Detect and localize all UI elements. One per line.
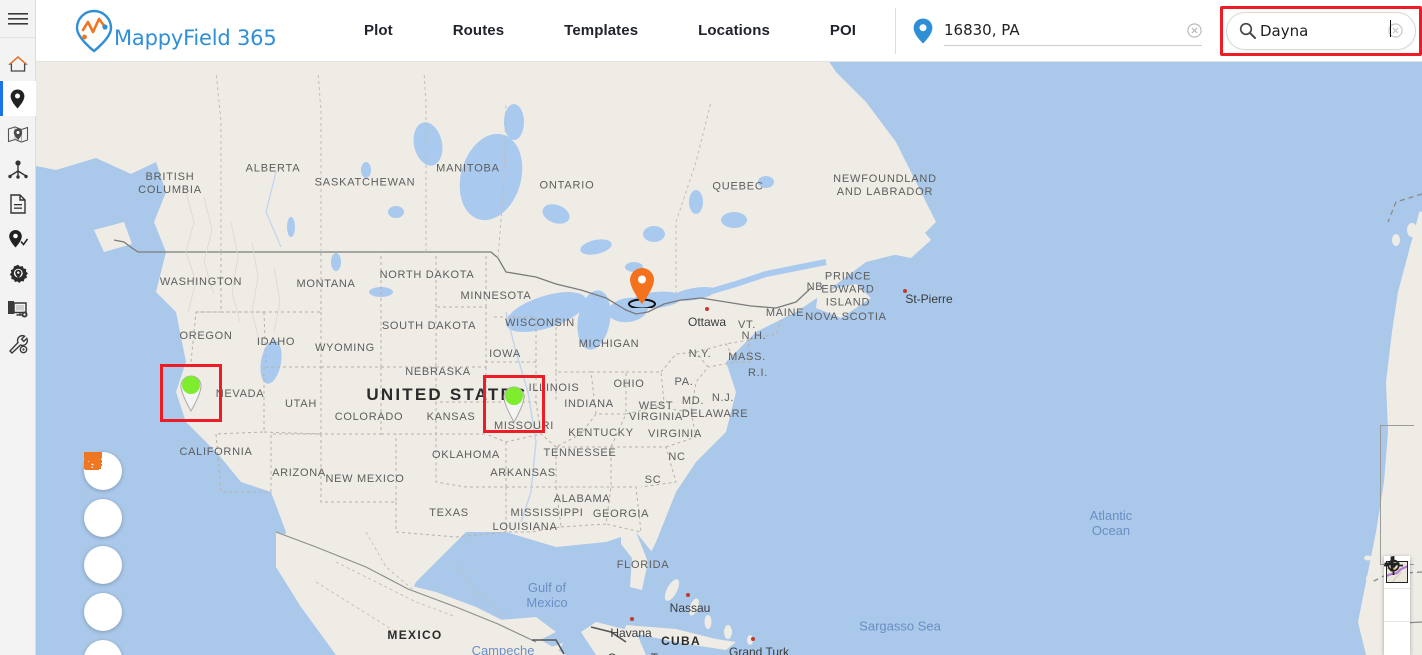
nav-item-plot[interactable]: Plot <box>334 22 423 39</box>
rail-item-plot[interactable] <box>0 81 36 116</box>
wrench-gear-icon <box>7 334 29 354</box>
result-marker-arkansas[interactable] <box>499 382 529 424</box>
fab-report[interactable] <box>84 453 122 584</box>
svg-text:1: 1 <box>84 454 88 460</box>
location-pin-icon <box>912 17 934 45</box>
route-map-icon <box>7 124 29 144</box>
nav-item-locations[interactable]: Locations <box>668 22 800 39</box>
map-controls <box>1384 556 1410 655</box>
map-pin-icon <box>10 89 25 109</box>
current-location-marker[interactable] <box>627 266 657 308</box>
rail-item-home[interactable] <box>0 46 36 81</box>
fab-grid-view[interactable] <box>84 452 122 631</box>
monitor-icon <box>7 299 28 319</box>
location-search-group: 16830, PA <box>895 7 1202 54</box>
nav-item-templates[interactable]: Templates <box>534 22 668 39</box>
hamburger-icon <box>7 12 28 26</box>
map-city-dot <box>903 289 907 293</box>
rail-item-routes[interactable] <box>0 116 36 151</box>
rail-item-config[interactable] <box>0 326 36 361</box>
brand-name: MappyField 365 <box>114 25 277 50</box>
rail-item-dashboard[interactable] <box>0 291 36 326</box>
search-icon <box>1239 22 1256 39</box>
fab-numbered-list[interactable]: 1 2 <box>84 453 122 655</box>
clear-location-icon[interactable] <box>1187 22 1202 38</box>
rail-item-territory[interactable] <box>0 151 36 186</box>
streetview-panel-outline <box>1380 425 1414 565</box>
map-geometry <box>36 62 1422 655</box>
home-icon <box>7 55 28 73</box>
top-bar: MappyField 365 Plot Routes Templates Loc… <box>36 0 1422 62</box>
rail-item-hamburger-menu[interactable] <box>0 0 36 38</box>
global-search-value: Dayna <box>1260 19 1391 40</box>
control-locate-me[interactable] <box>1384 556 1410 622</box>
map-city-dot <box>751 637 755 641</box>
nav-item-poi[interactable]: POI <box>800 22 886 39</box>
map-canvas[interactable]: WASHINGTON MONTANA NORTH DAKOTA MINNESOTA SO… <box>36 62 1422 655</box>
brand-logo[interactable]: MappyField 365 <box>72 8 292 54</box>
gear-pin-icon <box>8 264 28 284</box>
fab-save[interactable] <box>84 453 122 537</box>
svg-text:2: 2 <box>84 461 88 466</box>
rail-item-locations[interactable] <box>0 221 36 256</box>
app-root: MappyField 365 Plot Routes Templates Loc… <box>0 0 1422 655</box>
location-input-value: 16830, PA <box>944 21 1020 39</box>
location-input[interactable]: 16830, PA <box>944 16 1202 46</box>
result-marker-california[interactable] <box>176 371 206 413</box>
left-rail <box>0 0 36 655</box>
map-action-buttons: 1 2 <box>84 452 122 655</box>
control-zoom-in[interactable] <box>1384 556 1410 655</box>
mappyfield-pin-logo-icon <box>72 8 116 54</box>
main-nav: Plot Routes Templates Locations POI <box>334 22 886 39</box>
top-bar-right: 16830, PA Dayna <box>895 0 1422 61</box>
map-city-dot <box>630 617 634 621</box>
map-city-dot <box>705 307 709 311</box>
global-search-input[interactable]: Dayna <box>1226 11 1416 50</box>
pin-check-icon <box>8 229 28 249</box>
territory-icon <box>7 159 29 179</box>
search-highlight-box: Dayna <box>1220 5 1422 56</box>
rail-item-settings[interactable] <box>0 256 36 291</box>
map-city-dot <box>686 593 690 597</box>
nav-item-routes[interactable]: Routes <box>423 22 534 39</box>
rail-item-templates[interactable] <box>0 186 36 221</box>
document-icon <box>9 193 26 214</box>
